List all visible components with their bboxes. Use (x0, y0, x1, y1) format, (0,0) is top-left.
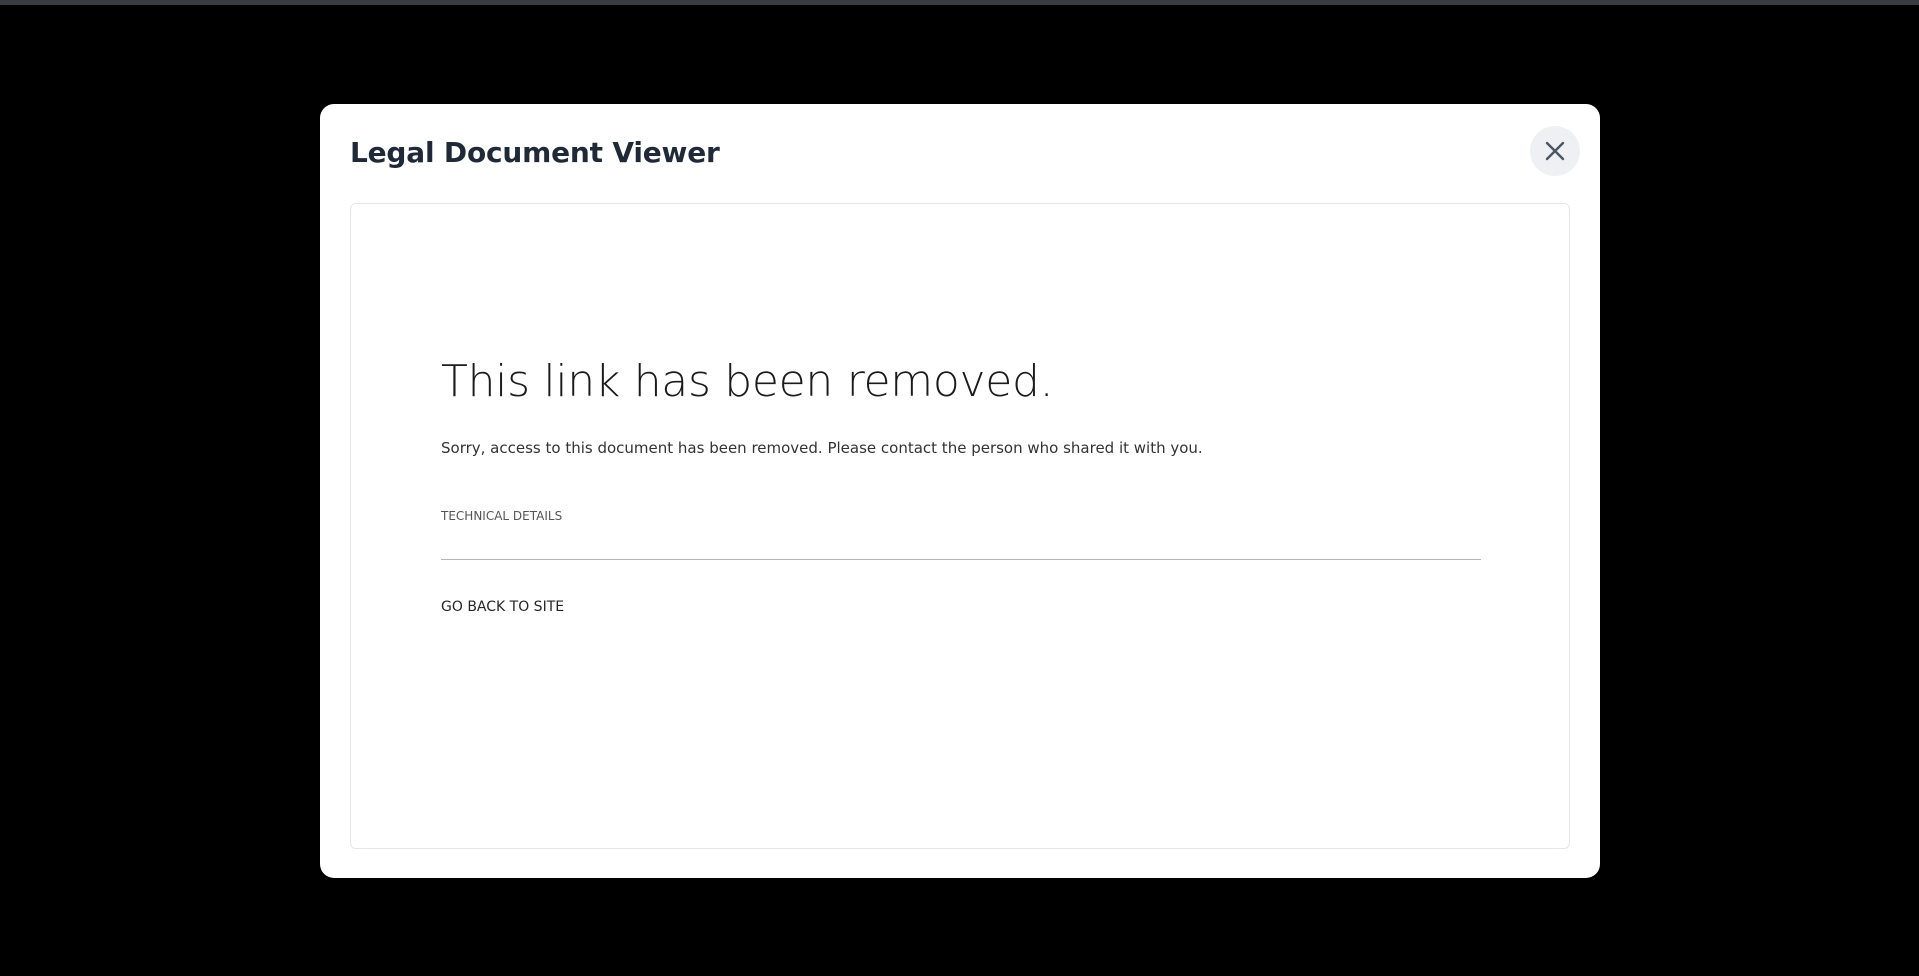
technical-details-toggle[interactable]: TECHNICAL DETAILS (441, 508, 1481, 524)
error-heading: This link has been removed. (441, 356, 1054, 407)
browser-top-strip (0, 0, 1919, 5)
document-viewer-modal: Legal Document Viewer This link has been… (320, 104, 1600, 878)
divider (441, 559, 1481, 560)
error-panel: This link has been removed. Sorry, acces… (441, 354, 1481, 616)
go-back-to-site-link[interactable]: GO BACK TO SITE (441, 598, 1481, 616)
close-button[interactable] (1530, 126, 1580, 176)
close-icon (1545, 141, 1565, 161)
error-message: Sorry, access to this document has been … (441, 439, 1203, 457)
modal-title: Legal Document Viewer (350, 136, 720, 169)
document-frame: This link has been removed. Sorry, acces… (350, 203, 1570, 849)
